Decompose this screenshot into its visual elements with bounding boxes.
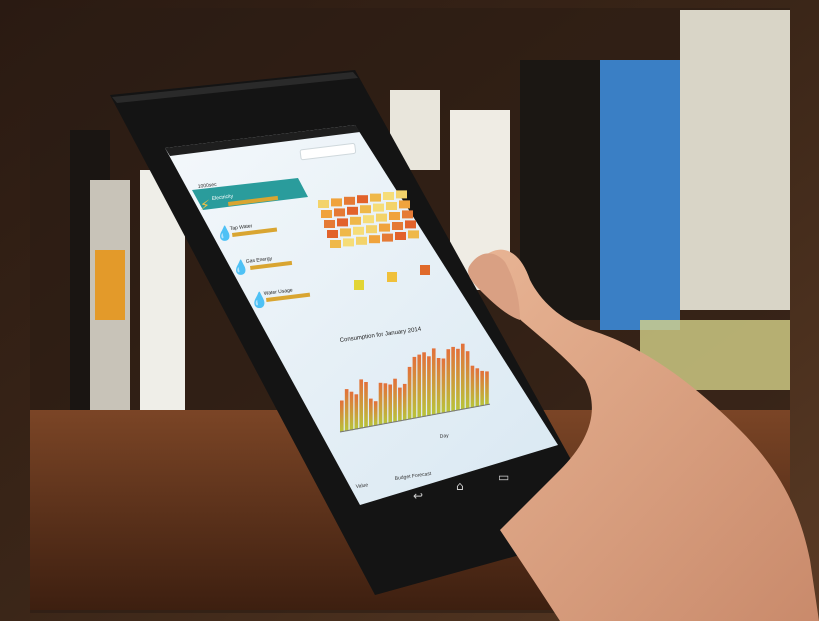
chart-bar bbox=[354, 394, 359, 430]
heatmap-cell[interactable] bbox=[331, 198, 342, 207]
heatmap-cell[interactable] bbox=[382, 233, 393, 242]
back-nav-icon[interactable]: ↩ bbox=[413, 489, 423, 503]
chart-bar bbox=[364, 382, 368, 428]
chart-bar bbox=[451, 346, 455, 412]
heatmap-cell[interactable] bbox=[360, 205, 371, 214]
heatmap-cell[interactable] bbox=[370, 193, 381, 202]
heatmap-cell[interactable] bbox=[399, 200, 410, 209]
heatmap-cell[interactable] bbox=[366, 225, 377, 234]
chart-bar bbox=[340, 400, 344, 432]
heatmap-cell[interactable] bbox=[405, 220, 416, 229]
heatmap-cell[interactable] bbox=[369, 235, 380, 244]
chart-bar bbox=[378, 382, 383, 425]
heatmap-cell[interactable] bbox=[402, 210, 413, 219]
legend-swatch-avg bbox=[387, 272, 397, 282]
chart-bar bbox=[436, 358, 441, 414]
recent-apps-icon[interactable]: ▭ bbox=[498, 470, 509, 484]
heatmap-cell[interactable] bbox=[353, 226, 364, 235]
heatmap-cell[interactable] bbox=[330, 240, 341, 248]
chart-bar bbox=[422, 352, 426, 417]
chart-bar bbox=[393, 378, 397, 423]
heatmap-cell[interactable] bbox=[350, 216, 361, 225]
heatmap-cell[interactable] bbox=[337, 218, 348, 227]
chart-bar bbox=[412, 356, 417, 419]
heatmap-cell[interactable] bbox=[395, 232, 406, 240]
heatmap-cell[interactable] bbox=[373, 203, 384, 212]
chart-bar bbox=[460, 343, 465, 410]
lightning-icon: ⚡ bbox=[200, 198, 210, 214]
chart-bar bbox=[407, 366, 412, 420]
heatmap-cell[interactable] bbox=[344, 196, 355, 205]
chart-bar bbox=[456, 348, 460, 411]
tablet-photo: ⚡ 💧 💧 💧 Electricity Tap Water Gas Energy… bbox=[0, 0, 819, 621]
chart-bar bbox=[480, 370, 484, 406]
chart-bar bbox=[373, 401, 378, 426]
chart-bar bbox=[398, 387, 402, 422]
heatmap-cell[interactable] bbox=[327, 230, 338, 238]
heatmap-cell[interactable] bbox=[376, 213, 387, 222]
heatmap-cell[interactable] bbox=[324, 220, 335, 228]
chart-bar bbox=[475, 368, 480, 407]
heatmap-cell[interactable] bbox=[347, 206, 358, 215]
chart-bar bbox=[383, 383, 388, 424]
home-nav-icon[interactable]: ⌂ bbox=[456, 479, 464, 493]
chart-bar bbox=[441, 358, 446, 414]
chart-bar bbox=[417, 354, 422, 418]
legend-swatch-high bbox=[420, 265, 430, 275]
chart-bar bbox=[369, 398, 373, 427]
book-blue bbox=[600, 60, 680, 330]
chart-bar bbox=[427, 356, 431, 416]
heatmap-cell[interactable] bbox=[321, 210, 332, 218]
legend-swatch-low bbox=[354, 280, 364, 290]
chart-bar bbox=[465, 351, 470, 409]
chart-bar bbox=[344, 389, 349, 432]
heatmap-cell[interactable] bbox=[392, 222, 403, 230]
heatmap-cell[interactable] bbox=[363, 215, 374, 224]
heatmap-cell[interactable] bbox=[334, 208, 345, 217]
heatmap-cell[interactable] bbox=[386, 202, 397, 210]
photo-stage: ⚡ 💧 💧 💧 Electricity Tap Water Gas Energy… bbox=[0, 0, 819, 621]
heatmap-cell[interactable] bbox=[389, 212, 400, 220]
chart-bar bbox=[349, 391, 354, 431]
heatmap-cell[interactable] bbox=[357, 195, 368, 204]
heatmap-cell[interactable] bbox=[343, 238, 354, 247]
heatmap-cell[interactable] bbox=[383, 192, 394, 200]
heatmap-cell[interactable] bbox=[379, 223, 390, 232]
chart-bar bbox=[470, 365, 475, 408]
heatmap-cell[interactable] bbox=[356, 236, 367, 245]
chart-bar bbox=[431, 348, 436, 415]
chart-bar bbox=[446, 349, 451, 413]
chart-bar bbox=[402, 383, 407, 421]
chart-bar bbox=[388, 384, 393, 423]
chart-bar bbox=[485, 371, 489, 405]
chart-bar bbox=[359, 379, 363, 429]
heatmap-cell[interactable] bbox=[318, 200, 329, 208]
heatmap-cell[interactable] bbox=[396, 190, 407, 199]
heatmap-cell[interactable] bbox=[340, 228, 351, 237]
heatmap-cell[interactable] bbox=[408, 230, 419, 239]
